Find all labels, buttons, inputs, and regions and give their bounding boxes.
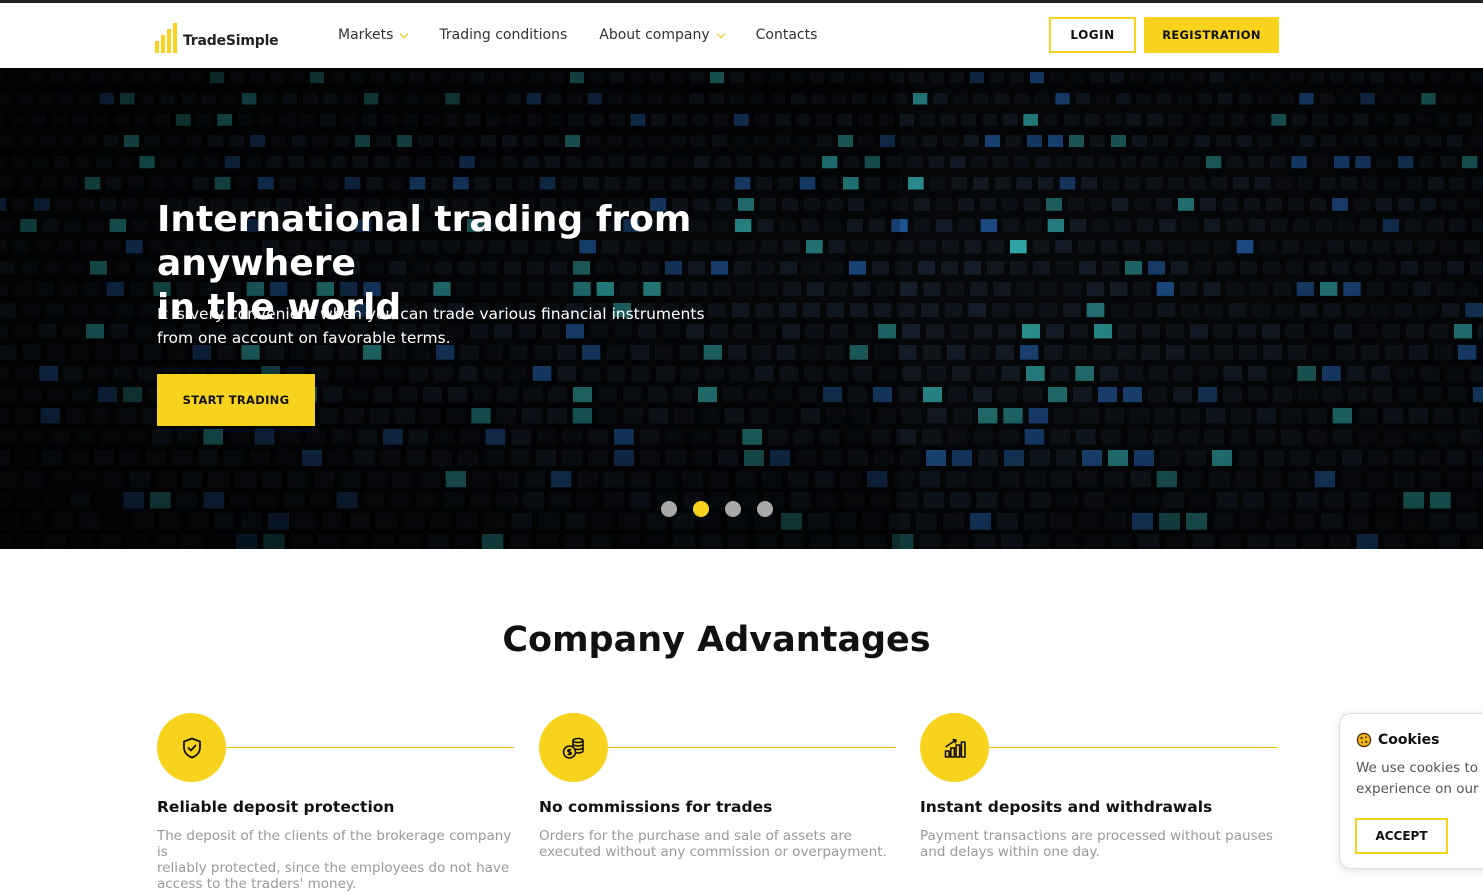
cookie-icon (1356, 732, 1372, 748)
cookie-title-text: Cookies (1378, 732, 1440, 748)
advantage-description: The deposit of the clients of the broker… (157, 828, 517, 892)
advantage-description-line: Payment transactions are processed witho… (920, 828, 1273, 844)
nav-item-label: Markets (338, 27, 394, 43)
slider-dot[interactable] (725, 501, 741, 517)
slider-pagination (661, 501, 773, 517)
divider-line (989, 747, 1277, 748)
nav-item-markets[interactable]: Markets (338, 27, 409, 43)
hero-slider: International trading from anywhere in t… (0, 68, 1483, 549)
site-header: TradeSimple Markets Trading conditions A… (0, 3, 1483, 68)
advantage-icon-circle (920, 713, 989, 782)
coins-icon (562, 737, 584, 759)
hero-subtitle-line: It is very convenient when you can trade… (157, 305, 705, 323)
hero-subtitle-line: from one account on favorable terms. (157, 329, 451, 347)
advantage-title: Reliable deposit protection (157, 798, 395, 816)
advantage-description: Payment transactions are processed witho… (920, 828, 1280, 860)
nav-item-contacts[interactable]: Contacts (756, 27, 818, 43)
section-title: Company Advantages (502, 620, 931, 660)
start-trading-button[interactable]: START TRADING (157, 374, 315, 426)
advantage-description-line: reliably protected, since the employees … (157, 860, 510, 876)
registration-button[interactable]: REGISTRATION (1144, 17, 1279, 53)
chevron-down-icon (716, 29, 725, 38)
logo-bars-icon (155, 23, 177, 53)
advantage-title: Instant deposits and withdrawals (920, 798, 1213, 816)
cookie-text-line: We use cookies to e (1356, 760, 1483, 776)
advantage-icon-circle (539, 713, 608, 782)
login-button[interactable]: LOGIN (1049, 17, 1136, 53)
cookie-text-line: experience on our w (1356, 781, 1483, 797)
divider-line (608, 747, 896, 748)
nav-item-label: Trading conditions (439, 27, 568, 43)
logo-text: TradeSimple (183, 33, 279, 49)
slider-dot[interactable] (757, 501, 773, 517)
nav-item-label: About company (599, 27, 710, 43)
slider-dot[interactable] (661, 501, 677, 517)
advantage-description-line: and delays within one day. (920, 844, 1100, 860)
main-nav: Markets Trading conditions About company… (338, 27, 849, 43)
advantage-description-line: executed without any commission or overp… (539, 844, 887, 860)
shield-check-icon (182, 737, 201, 758)
advantage-title: No commissions for trades (539, 798, 773, 816)
advantage-icon-circle (157, 713, 226, 782)
cookie-text: We use cookies to e experience on our w (1356, 758, 1483, 800)
chevron-down-icon (400, 29, 409, 38)
accept-cookies-button[interactable]: ACCEPT (1355, 818, 1448, 854)
nav-item-trading-conditions[interactable]: Trading conditions (439, 27, 567, 43)
growth-chart-icon (944, 738, 966, 758)
divider-line (226, 747, 514, 748)
cookie-banner-title: Cookies (1356, 732, 1439, 748)
hero-title-line: International trading from anywhere (157, 199, 692, 284)
advantage-description-line: access to the traders' money. (157, 876, 357, 892)
nav-item-label: Contacts (755, 27, 818, 43)
advantage-description-line: Orders for the purchase and sale of asse… (539, 828, 852, 844)
cookie-banner: Cookies We use cookies to e experience o… (1339, 713, 1483, 869)
logo[interactable]: TradeSimple (155, 21, 279, 53)
slider-dot-active[interactable] (693, 501, 709, 517)
hero-subtitle: It is very convenient when you can trade… (157, 302, 717, 350)
nav-item-about-company[interactable]: About company (599, 27, 725, 43)
advantage-description-line: The deposit of the clients of the broker… (157, 828, 512, 860)
advantage-description: Orders for the purchase and sale of asse… (539, 828, 899, 860)
